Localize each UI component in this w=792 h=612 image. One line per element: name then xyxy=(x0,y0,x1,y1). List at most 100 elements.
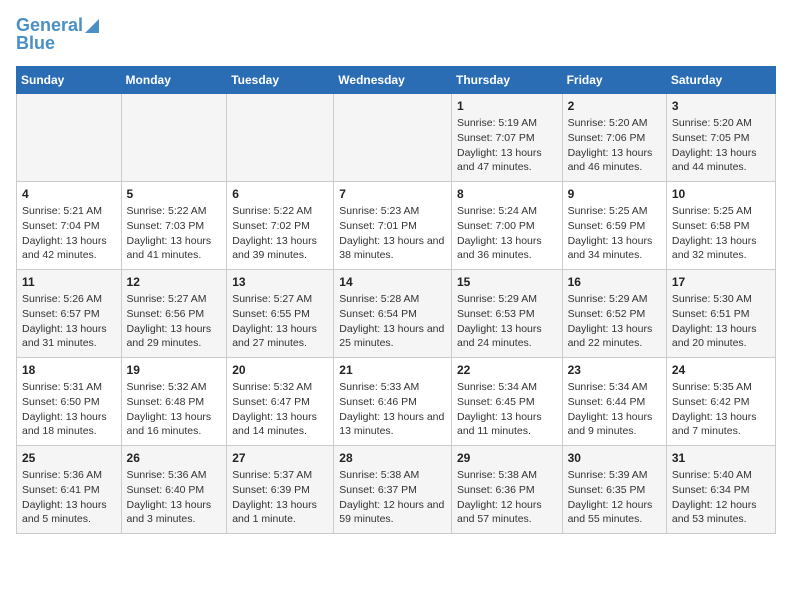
day-content: Sunrise: 5:39 AM Sunset: 6:35 PM Dayligh… xyxy=(568,468,661,527)
calendar-cell xyxy=(17,93,122,181)
calendar-cell: 15Sunrise: 5:29 AM Sunset: 6:53 PM Dayli… xyxy=(451,269,562,357)
day-number: 31 xyxy=(672,450,770,467)
day-number: 2 xyxy=(568,98,661,115)
logo-arrow-icon xyxy=(85,19,99,33)
day-number: 28 xyxy=(339,450,446,467)
day-number: 18 xyxy=(22,362,116,379)
day-content: Sunrise: 5:22 AM Sunset: 7:03 PM Dayligh… xyxy=(127,204,222,263)
calendar-cell: 22Sunrise: 5:34 AM Sunset: 6:45 PM Dayli… xyxy=(451,357,562,445)
day-number: 7 xyxy=(339,186,446,203)
calendar-cell: 16Sunrise: 5:29 AM Sunset: 6:52 PM Dayli… xyxy=(562,269,666,357)
day-content: Sunrise: 5:36 AM Sunset: 6:41 PM Dayligh… xyxy=(22,468,116,527)
calendar-cell: 4Sunrise: 5:21 AM Sunset: 7:04 PM Daylig… xyxy=(17,181,122,269)
day-content: Sunrise: 5:19 AM Sunset: 7:07 PM Dayligh… xyxy=(457,116,557,175)
day-content: Sunrise: 5:27 AM Sunset: 6:55 PM Dayligh… xyxy=(232,292,328,351)
calendar-cell: 28Sunrise: 5:38 AM Sunset: 6:37 PM Dayli… xyxy=(334,445,452,533)
calendar-day-header: Saturday xyxy=(666,66,775,93)
day-number: 30 xyxy=(568,450,661,467)
calendar-week-row: 25Sunrise: 5:36 AM Sunset: 6:41 PM Dayli… xyxy=(17,445,776,533)
calendar-cell: 5Sunrise: 5:22 AM Sunset: 7:03 PM Daylig… xyxy=(121,181,227,269)
calendar-cell: 1Sunrise: 5:19 AM Sunset: 7:07 PM Daylig… xyxy=(451,93,562,181)
day-content: Sunrise: 5:27 AM Sunset: 6:56 PM Dayligh… xyxy=(127,292,222,351)
calendar-table: SundayMondayTuesdayWednesdayThursdayFrid… xyxy=(16,66,776,534)
day-number: 4 xyxy=(22,186,116,203)
day-number: 3 xyxy=(672,98,770,115)
day-content: Sunrise: 5:28 AM Sunset: 6:54 PM Dayligh… xyxy=(339,292,446,351)
day-content: Sunrise: 5:29 AM Sunset: 6:53 PM Dayligh… xyxy=(457,292,557,351)
calendar-cell: 18Sunrise: 5:31 AM Sunset: 6:50 PM Dayli… xyxy=(17,357,122,445)
day-content: Sunrise: 5:21 AM Sunset: 7:04 PM Dayligh… xyxy=(22,204,116,263)
day-number: 16 xyxy=(568,274,661,291)
calendar-week-row: 18Sunrise: 5:31 AM Sunset: 6:50 PM Dayli… xyxy=(17,357,776,445)
calendar-day-header: Monday xyxy=(121,66,227,93)
day-number: 27 xyxy=(232,450,328,467)
day-number: 25 xyxy=(22,450,116,467)
calendar-day-header: Thursday xyxy=(451,66,562,93)
calendar-header-row: SundayMondayTuesdayWednesdayThursdayFrid… xyxy=(17,66,776,93)
day-number: 15 xyxy=(457,274,557,291)
calendar-cell: 26Sunrise: 5:36 AM Sunset: 6:40 PM Dayli… xyxy=(121,445,227,533)
day-content: Sunrise: 5:40 AM Sunset: 6:34 PM Dayligh… xyxy=(672,468,770,527)
day-number: 17 xyxy=(672,274,770,291)
calendar-day-header: Wednesday xyxy=(334,66,452,93)
calendar-day-header: Friday xyxy=(562,66,666,93)
calendar-cell: 12Sunrise: 5:27 AM Sunset: 6:56 PM Dayli… xyxy=(121,269,227,357)
day-content: Sunrise: 5:34 AM Sunset: 6:45 PM Dayligh… xyxy=(457,380,557,439)
day-number: 8 xyxy=(457,186,557,203)
calendar-day-header: Tuesday xyxy=(227,66,334,93)
day-number: 5 xyxy=(127,186,222,203)
calendar-cell: 17Sunrise: 5:30 AM Sunset: 6:51 PM Dayli… xyxy=(666,269,775,357)
day-number: 22 xyxy=(457,362,557,379)
day-content: Sunrise: 5:36 AM Sunset: 6:40 PM Dayligh… xyxy=(127,468,222,527)
day-content: Sunrise: 5:26 AM Sunset: 6:57 PM Dayligh… xyxy=(22,292,116,351)
day-content: Sunrise: 5:32 AM Sunset: 6:48 PM Dayligh… xyxy=(127,380,222,439)
day-content: Sunrise: 5:22 AM Sunset: 7:02 PM Dayligh… xyxy=(232,204,328,263)
calendar-cell xyxy=(227,93,334,181)
day-content: Sunrise: 5:29 AM Sunset: 6:52 PM Dayligh… xyxy=(568,292,661,351)
day-content: Sunrise: 5:23 AM Sunset: 7:01 PM Dayligh… xyxy=(339,204,446,263)
calendar-week-row: 11Sunrise: 5:26 AM Sunset: 6:57 PM Dayli… xyxy=(17,269,776,357)
day-content: Sunrise: 5:20 AM Sunset: 7:06 PM Dayligh… xyxy=(568,116,661,175)
calendar-cell: 13Sunrise: 5:27 AM Sunset: 6:55 PM Dayli… xyxy=(227,269,334,357)
calendar-cell: 25Sunrise: 5:36 AM Sunset: 6:41 PM Dayli… xyxy=(17,445,122,533)
calendar-cell: 23Sunrise: 5:34 AM Sunset: 6:44 PM Dayli… xyxy=(562,357,666,445)
day-content: Sunrise: 5:33 AM Sunset: 6:46 PM Dayligh… xyxy=(339,380,446,439)
day-number: 14 xyxy=(339,274,446,291)
day-number: 1 xyxy=(457,98,557,115)
calendar-cell: 30Sunrise: 5:39 AM Sunset: 6:35 PM Dayli… xyxy=(562,445,666,533)
day-number: 23 xyxy=(568,362,661,379)
day-number: 29 xyxy=(457,450,557,467)
day-content: Sunrise: 5:38 AM Sunset: 6:37 PM Dayligh… xyxy=(339,468,446,527)
day-content: Sunrise: 5:35 AM Sunset: 6:42 PM Dayligh… xyxy=(672,380,770,439)
calendar-cell: 3Sunrise: 5:20 AM Sunset: 7:05 PM Daylig… xyxy=(666,93,775,181)
calendar-cell: 11Sunrise: 5:26 AM Sunset: 6:57 PM Dayli… xyxy=(17,269,122,357)
calendar-cell: 24Sunrise: 5:35 AM Sunset: 6:42 PM Dayli… xyxy=(666,357,775,445)
calendar-week-row: 4Sunrise: 5:21 AM Sunset: 7:04 PM Daylig… xyxy=(17,181,776,269)
calendar-cell: 7Sunrise: 5:23 AM Sunset: 7:01 PM Daylig… xyxy=(334,181,452,269)
day-content: Sunrise: 5:34 AM Sunset: 6:44 PM Dayligh… xyxy=(568,380,661,439)
page-header: General Blue xyxy=(16,16,776,54)
day-number: 11 xyxy=(22,274,116,291)
day-content: Sunrise: 5:24 AM Sunset: 7:00 PM Dayligh… xyxy=(457,204,557,263)
calendar-cell: 27Sunrise: 5:37 AM Sunset: 6:39 PM Dayli… xyxy=(227,445,334,533)
day-number: 20 xyxy=(232,362,328,379)
day-number: 24 xyxy=(672,362,770,379)
calendar-cell: 14Sunrise: 5:28 AM Sunset: 6:54 PM Dayli… xyxy=(334,269,452,357)
day-number: 21 xyxy=(339,362,446,379)
day-content: Sunrise: 5:38 AM Sunset: 6:36 PM Dayligh… xyxy=(457,468,557,527)
calendar-cell xyxy=(334,93,452,181)
day-number: 6 xyxy=(232,186,328,203)
day-number: 9 xyxy=(568,186,661,203)
logo-blue-text: Blue xyxy=(16,34,55,54)
logo: General Blue xyxy=(16,16,99,54)
calendar-cell: 20Sunrise: 5:32 AM Sunset: 6:47 PM Dayli… xyxy=(227,357,334,445)
calendar-cell: 21Sunrise: 5:33 AM Sunset: 6:46 PM Dayli… xyxy=(334,357,452,445)
day-content: Sunrise: 5:25 AM Sunset: 6:59 PM Dayligh… xyxy=(568,204,661,263)
calendar-cell: 10Sunrise: 5:25 AM Sunset: 6:58 PM Dayli… xyxy=(666,181,775,269)
calendar-cell: 6Sunrise: 5:22 AM Sunset: 7:02 PM Daylig… xyxy=(227,181,334,269)
day-number: 12 xyxy=(127,274,222,291)
day-content: Sunrise: 5:32 AM Sunset: 6:47 PM Dayligh… xyxy=(232,380,328,439)
calendar-cell: 19Sunrise: 5:32 AM Sunset: 6:48 PM Dayli… xyxy=(121,357,227,445)
calendar-day-header: Sunday xyxy=(17,66,122,93)
calendar-cell: 8Sunrise: 5:24 AM Sunset: 7:00 PM Daylig… xyxy=(451,181,562,269)
